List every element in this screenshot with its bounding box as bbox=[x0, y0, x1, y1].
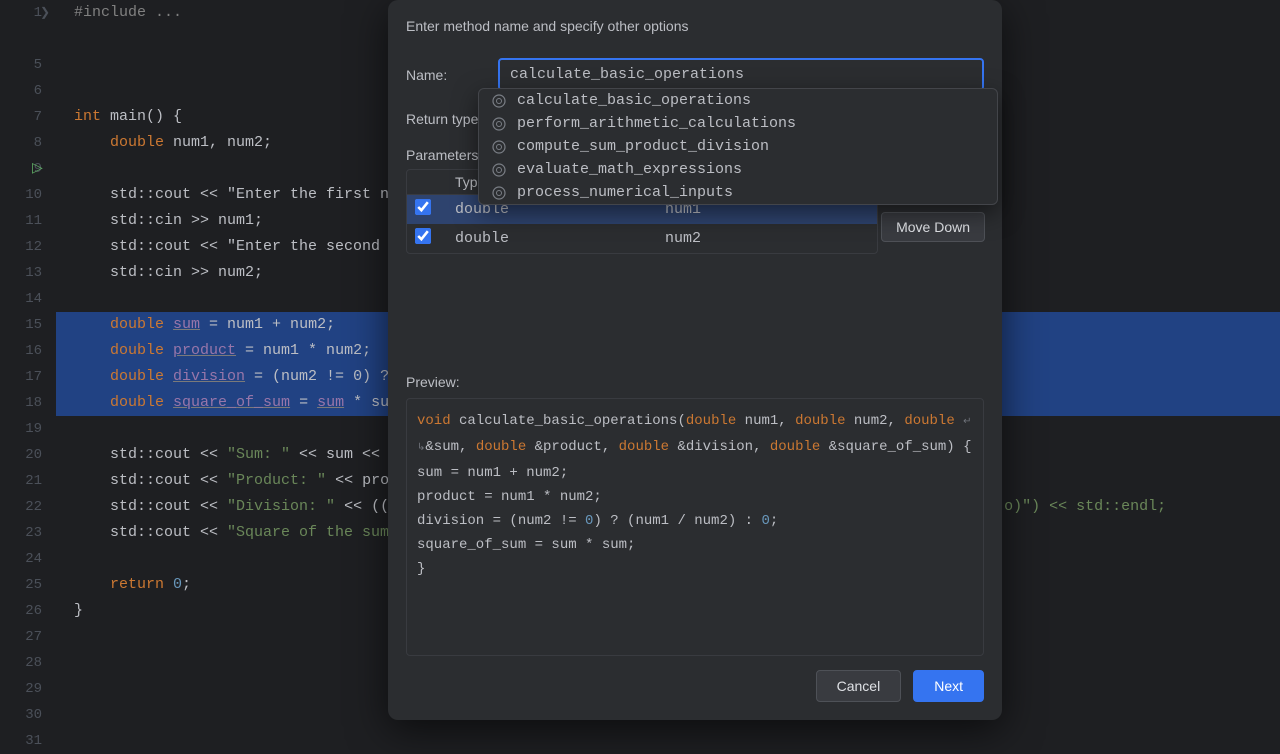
dialog-title: Enter method name and specify other opti… bbox=[406, 18, 984, 34]
fold-chevron-icon[interactable]: ❯ bbox=[40, 0, 50, 26]
line-gutter: ❯ ▷ 1 56 78 910 1112 1314 1516 1718 1920… bbox=[0, 0, 56, 720]
autocomplete-item[interactable]: calculate_basic_operations bbox=[479, 89, 997, 112]
ai-suggestion-icon bbox=[491, 139, 507, 155]
parameter-row[interactable]: double num2 bbox=[407, 224, 877, 253]
autocomplete-item[interactable]: evaluate_math_expressions bbox=[479, 158, 997, 181]
preview-label: Preview: bbox=[406, 374, 984, 390]
param-checkbox[interactable] bbox=[415, 199, 431, 215]
autocomplete-item[interactable]: compute_sum_product_division bbox=[479, 135, 997, 158]
run-gutter-icon[interactable]: ▷ bbox=[32, 156, 43, 182]
move-down-button[interactable]: Move Down bbox=[881, 212, 985, 242]
autocomplete-item[interactable]: process_numerical_inputs bbox=[479, 181, 997, 204]
wrap-icon: ↵ bbox=[963, 417, 971, 428]
ai-suggestion-icon bbox=[491, 162, 507, 178]
include-line: #include ... bbox=[74, 4, 182, 21]
next-button[interactable]: Next bbox=[913, 670, 984, 702]
name-label: Name: bbox=[406, 67, 498, 83]
autocomplete-item[interactable]: perform_arithmetic_calculations bbox=[479, 112, 997, 135]
ai-suggestion-icon bbox=[491, 93, 507, 109]
ai-suggestion-icon bbox=[491, 116, 507, 132]
preview-box: void calculate_basic_operations(double n… bbox=[406, 398, 984, 656]
cancel-button[interactable]: Cancel bbox=[816, 670, 902, 702]
param-checkbox[interactable] bbox=[415, 228, 431, 244]
method-name-input[interactable] bbox=[498, 58, 984, 91]
autocomplete-popup: calculate_basic_operations perform_arith… bbox=[478, 88, 998, 205]
ai-suggestion-icon bbox=[491, 185, 507, 201]
